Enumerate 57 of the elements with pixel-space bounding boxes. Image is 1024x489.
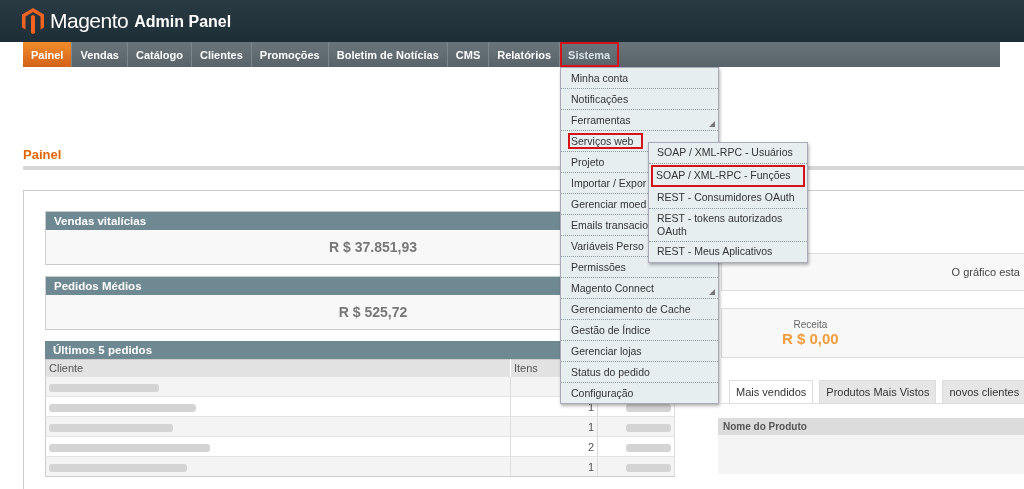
page-title: Painel (23, 147, 62, 162)
menu-item[interactable]: Configuração (561, 383, 718, 403)
nav-item[interactable]: Promoções (251, 42, 329, 67)
menu-item[interactable]: Notificações (561, 89, 718, 110)
card-value: R $ 37.851,93 (329, 239, 417, 255)
menu-item-label: Configuração (571, 387, 634, 399)
menu-item-label: Importar / Expor (571, 177, 647, 189)
blurred-text (626, 423, 671, 432)
menu-item[interactable]: Minha conta (561, 68, 718, 89)
nav-item[interactable]: Clientes (192, 42, 252, 67)
blurred-text (626, 463, 671, 472)
menu-item-label: Gerenciar moed (571, 198, 647, 210)
menu-item[interactable]: REST - Consumidores OAuth (649, 188, 807, 209)
menu-item[interactable]: Gestão de Índice (561, 320, 718, 341)
menu-item[interactable]: Magento Connect (561, 278, 718, 299)
nav-item[interactable]: Boletim de Notícias (328, 42, 448, 67)
total-label: Receita (793, 319, 828, 330)
menu-item[interactable]: Status do pedido (561, 362, 718, 383)
menu-item-label: Gestão de Índice (571, 324, 651, 336)
menu-item[interactable]: REST - tokens autorizados OAuth (649, 209, 807, 242)
menu-item-label: Gerenciar lojas (571, 345, 642, 357)
menu-item[interactable]: SOAP / XML-RPC - Usuários (649, 143, 807, 164)
menu-item-label: Minha conta (571, 72, 629, 84)
column-header: Cliente (45, 359, 511, 377)
blurred-text (626, 443, 671, 452)
menu-item-label: Emails transacio (571, 219, 649, 231)
menu-item[interactable]: SOAP / XML-RPC - Funções (651, 165, 805, 187)
menu-item-label: Serviços web (568, 133, 644, 149)
nav-item[interactable]: Sistema (560, 42, 620, 67)
nav-item[interactable]: Catálogo (127, 42, 192, 67)
table-cell: 1 (587, 420, 594, 433)
menu-item-label: Permissões (571, 261, 626, 273)
nav-item[interactable]: CMS (447, 42, 490, 67)
table-cell: 2 (587, 440, 594, 453)
grid-tab[interactable]: Produtos Mais Vistos (819, 380, 937, 403)
card-value: R $ 525,72 (338, 304, 408, 320)
column-header: Nome do Produto (718, 418, 1024, 435)
logo-subtitle: Admin Panel (134, 13, 232, 31)
table-cell: 1 (587, 460, 594, 473)
menu-item-label: Notificações (571, 93, 629, 105)
total-value: R $ 0,00 (782, 330, 839, 347)
blurred-text (626, 403, 671, 412)
menu-item[interactable]: Ferramentas (561, 110, 718, 131)
menu-item-label: Projeto (571, 156, 605, 168)
menu-item-label: Magento Connect (571, 282, 654, 294)
menu-item-label: Gerenciamento de Cache (571, 303, 691, 315)
grid-tab[interactable]: Mais vendidos (729, 380, 814, 403)
logo-icon (22, 8, 44, 34)
menu-item[interactable]: Gerenciar lojas (561, 341, 718, 362)
menu-item[interactable]: Gerenciamento de Cache (561, 299, 718, 320)
grid-tab[interactable]: novos clientes (942, 380, 1024, 403)
menu-item-label: Ferramentas (571, 114, 631, 126)
chart-message: O gráfico esta (951, 266, 1020, 278)
menu-item-label: Variáveis Perso (571, 240, 644, 252)
nav-item[interactable]: Vendas (72, 42, 128, 67)
logo-text: Magento (50, 9, 129, 33)
nav-item[interactable]: Relatórios (489, 42, 561, 67)
